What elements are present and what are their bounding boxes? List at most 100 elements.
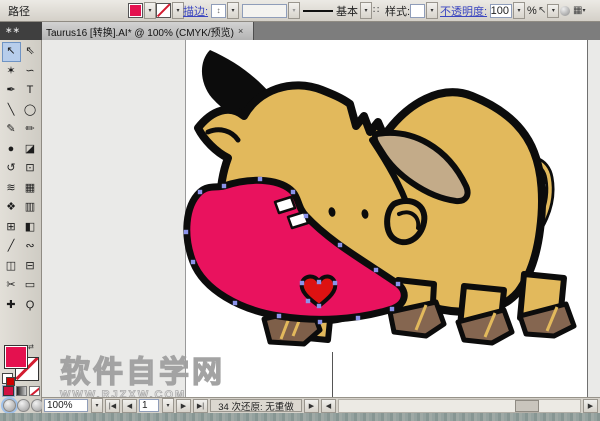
artboard-dropdown-icon[interactable]: ▾ (162, 398, 174, 413)
anchor-point[interactable] (333, 281, 337, 285)
ellipse-tool[interactable]: ◯ (21, 101, 40, 121)
tools-grid: ↖⇖✶∽✒T╲◯✎✏●◪↺⊡≋▦❖▥⊞◧╱∾◫⊟✂▭✚Ϙ (0, 40, 41, 315)
eraser-tool[interactable]: ◪ (21, 140, 40, 160)
anchor-point[interactable] (396, 282, 400, 286)
free-transform-tool[interactable]: ▦ (21, 179, 40, 199)
document-canvas[interactable]: 软件自学网 WWW.RJZXW.COM (42, 40, 600, 397)
anchor-point[interactable] (318, 320, 322, 324)
selection-tool[interactable]: ↖ (2, 42, 21, 62)
first-artboard-button[interactable]: |◀ (105, 399, 120, 413)
brush-options-icon[interactable]: ∷ (373, 0, 379, 21)
type-tool[interactable]: T (21, 81, 40, 101)
anchor-point[interactable] (222, 184, 226, 188)
full-screen-menu-mode-button[interactable] (17, 399, 30, 412)
lasso-tool[interactable]: ∽ (21, 62, 40, 82)
document-tab[interactable]: Taurus16 [转换].AI* @ 100% (CMYK/预览) × (42, 22, 254, 40)
zoom-dropdown-icon[interactable]: ▾ (91, 398, 103, 413)
anchor-point[interactable] (317, 304, 321, 308)
horizontal-scrollbar[interactable] (338, 399, 581, 413)
stroke-weight-label[interactable]: 描边: (183, 0, 208, 21)
width-profile-select[interactable] (242, 4, 287, 18)
last-artboard-button[interactable]: ▶| (193, 399, 208, 413)
anchor-point[interactable] (390, 307, 394, 311)
anchor-point[interactable] (338, 243, 342, 247)
opacity-dropdown-icon[interactable]: ▾ (513, 2, 525, 19)
bull-artwork (180, 40, 600, 397)
gradient-tool[interactable]: ◧ (21, 218, 40, 238)
graph-tool[interactable]: ▥ (21, 198, 40, 218)
select-similar-icon[interactable]: ↖ (538, 4, 546, 18)
tab-strip: ∗∗ Taurus16 [转换].AI* @ 100% (CMYK/预览) × (0, 22, 600, 40)
anchor-point[interactable] (317, 280, 321, 284)
swap-fill-stroke-icon[interactable]: ⇄ (28, 343, 34, 351)
tools-panel: ↖⇖✶∽✒T╲◯✎✏●◪↺⊡≋▦❖▥⊞◧╱∾◫⊟✂▭✚Ϙ ⇄ (0, 40, 42, 413)
gradient-mode-button[interactable] (16, 386, 27, 396)
artboard-number-select[interactable]: 1 (139, 399, 159, 412)
align-icon[interactable]: ▦ (573, 4, 582, 18)
eyedropper-tool[interactable]: ╱ (2, 237, 21, 257)
zoom-level-value: 100% (47, 400, 73, 411)
anchor-point[interactable] (304, 214, 308, 218)
opacity-label[interactable]: 不透明度: (440, 0, 487, 21)
hand-tool[interactable]: ✚ (2, 296, 21, 316)
color-mode-button[interactable] (3, 386, 14, 396)
rotate-tool[interactable]: ↺ (2, 159, 21, 179)
zoom-tool[interactable]: Ϙ (21, 296, 40, 316)
anchor-point[interactable] (306, 299, 310, 303)
blend-tool[interactable]: ∾ (21, 237, 40, 257)
next-artboard-button[interactable]: ▶ (176, 399, 191, 413)
anchor-point[interactable] (258, 177, 262, 181)
opacity-input[interactable]: 100 (490, 4, 512, 18)
status-menu-icon[interactable]: ▶ (304, 399, 319, 413)
scale-tool[interactable]: ⊡ (21, 159, 40, 179)
pencil-tool[interactable]: ✏ (21, 120, 40, 140)
recolor-artwork-icon[interactable] (560, 6, 570, 16)
anchor-point[interactable] (356, 316, 360, 320)
magic-wand-tool[interactable]: ✶ (2, 62, 21, 82)
anchor-point[interactable] (374, 268, 378, 272)
anchor-point[interactable] (291, 190, 295, 194)
anchor-point[interactable] (300, 281, 304, 285)
none-mode-button[interactable] (29, 386, 40, 396)
width-profile-dropdown-icon[interactable]: ▾ (288, 2, 300, 19)
prev-artboard-button[interactable]: ◀ (122, 399, 137, 413)
stroke-color-swatch[interactable] (156, 3, 171, 18)
artboard-tool[interactable]: ▭ (21, 276, 40, 296)
stroke-weight-spinner[interactable]: ↕ (211, 4, 226, 18)
fill-dropdown-icon[interactable]: ▾ (144, 2, 156, 19)
anchor-point[interactable] (191, 260, 195, 264)
direct-selection-tool[interactable]: ⇖ (21, 42, 40, 62)
symbol-sprayer-tool[interactable]: ❖ (2, 198, 21, 218)
stroke-weight-dropdown-icon[interactable]: ▾ (227, 2, 239, 19)
line-segment-tool[interactable]: ╲ (2, 101, 21, 121)
fill-swatch[interactable] (4, 345, 28, 369)
anchor-point[interactable] (233, 301, 237, 305)
collapse-panel-icon[interactable]: ∗∗ (0, 22, 42, 40)
paintbrush-tool[interactable]: ✎ (2, 120, 21, 140)
zoom-level-select[interactable]: 100% (44, 399, 88, 412)
normal-screen-mode-button[interactable] (3, 399, 16, 412)
fill-color-swatch[interactable] (128, 3, 143, 18)
close-icon[interactable]: × (238, 26, 243, 36)
fill-stroke-block: ⇄ (0, 343, 42, 385)
pen-tool[interactable]: ✒ (2, 81, 21, 101)
live-paint-bucket-tool[interactable]: ◫ (2, 257, 21, 277)
mesh-tool[interactable]: ⊞ (2, 218, 21, 238)
style-dropdown-icon[interactable]: ▾ (426, 2, 438, 19)
blob-brush-tool[interactable]: ● (2, 140, 21, 160)
select-similar-dropdown-icon[interactable]: ▾ (547, 4, 559, 18)
brush-definition-value[interactable]: 基本 (336, 0, 358, 21)
anchor-point[interactable] (184, 230, 188, 234)
warp-tool[interactable]: ≋ (2, 179, 21, 199)
scroll-right-button[interactable]: ▶ (583, 399, 598, 413)
live-paint-selection-tool[interactable]: ⊟ (21, 257, 40, 277)
style-select[interactable] (410, 4, 425, 18)
default-fill-stroke-icon[interactable] (2, 373, 13, 384)
brush-dropdown-icon[interactable]: ▾ (360, 2, 372, 19)
anchor-point[interactable] (277, 314, 281, 318)
slice-tool[interactable]: ✂ (2, 276, 21, 296)
align-dropdown-icon[interactable]: ▾ (582, 7, 585, 14)
scroll-left-button[interactable]: ◀ (321, 399, 336, 413)
scrollbar-thumb[interactable] (515, 400, 539, 412)
anchor-point[interactable] (198, 190, 202, 194)
